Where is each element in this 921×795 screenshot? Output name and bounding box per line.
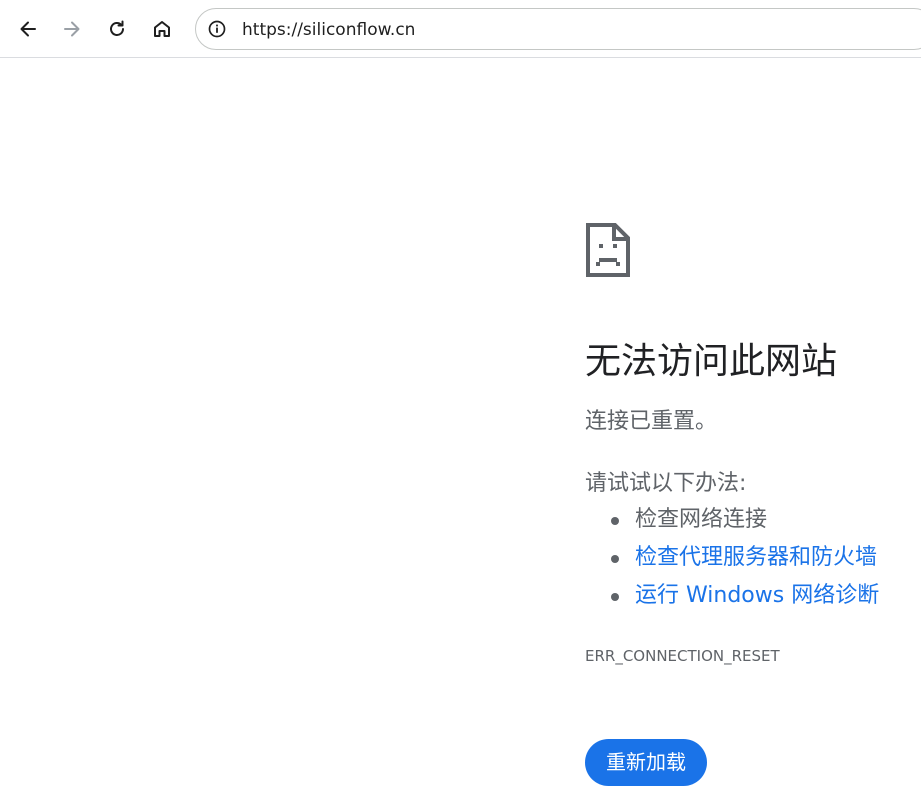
reload-button[interactable] [101, 13, 133, 45]
suggestions-label: 请试试以下办法: [585, 471, 747, 496]
suggestion-label: 检查网络连接 [635, 507, 768, 532]
arrow-right-icon [64, 21, 80, 37]
suggestion-network-diagnostics: 运行 Windows 网络诊断 [585, 581, 879, 619]
info-icon[interactable] [207, 19, 227, 39]
check-proxy-link[interactable]: 检查代理服务器和防火墙 [635, 545, 877, 570]
bullet-icon [611, 517, 619, 525]
error-title: 无法访问此网站 [585, 341, 838, 382]
back-button[interactable] [12, 13, 44, 45]
home-button[interactable] [146, 13, 178, 45]
browser-toolbar: https://siliconflow.cn [0, 0, 921, 58]
suggestion-check-network: 检查网络连接 [585, 505, 879, 543]
reload-icon [110, 20, 124, 36]
forward-button[interactable] [56, 13, 88, 45]
arrow-left-icon [20, 21, 36, 37]
url-text[interactable]: https://siliconflow.cn [242, 19, 415, 41]
suggestion-check-proxy: 检查代理服务器和防火墙 [585, 543, 879, 581]
address-bar[interactable]: https://siliconflow.cn [195, 8, 921, 50]
sad-document-icon [586, 223, 630, 277]
bullet-icon [611, 593, 619, 601]
bullet-icon [611, 555, 619, 563]
suggestions-list: 检查网络连接 检查代理服务器和防火墙 运行 Windows 网络诊断 [585, 505, 879, 619]
error-subtitle: 连接已重置。 [585, 409, 718, 434]
error-code: ERR_CONNECTION_RESET [585, 647, 780, 665]
home-icon [154, 21, 170, 37]
network-diagnostics-link[interactable]: 运行 Windows 网络诊断 [635, 583, 879, 608]
reload-page-button[interactable]: 重新加载 [585, 739, 707, 786]
